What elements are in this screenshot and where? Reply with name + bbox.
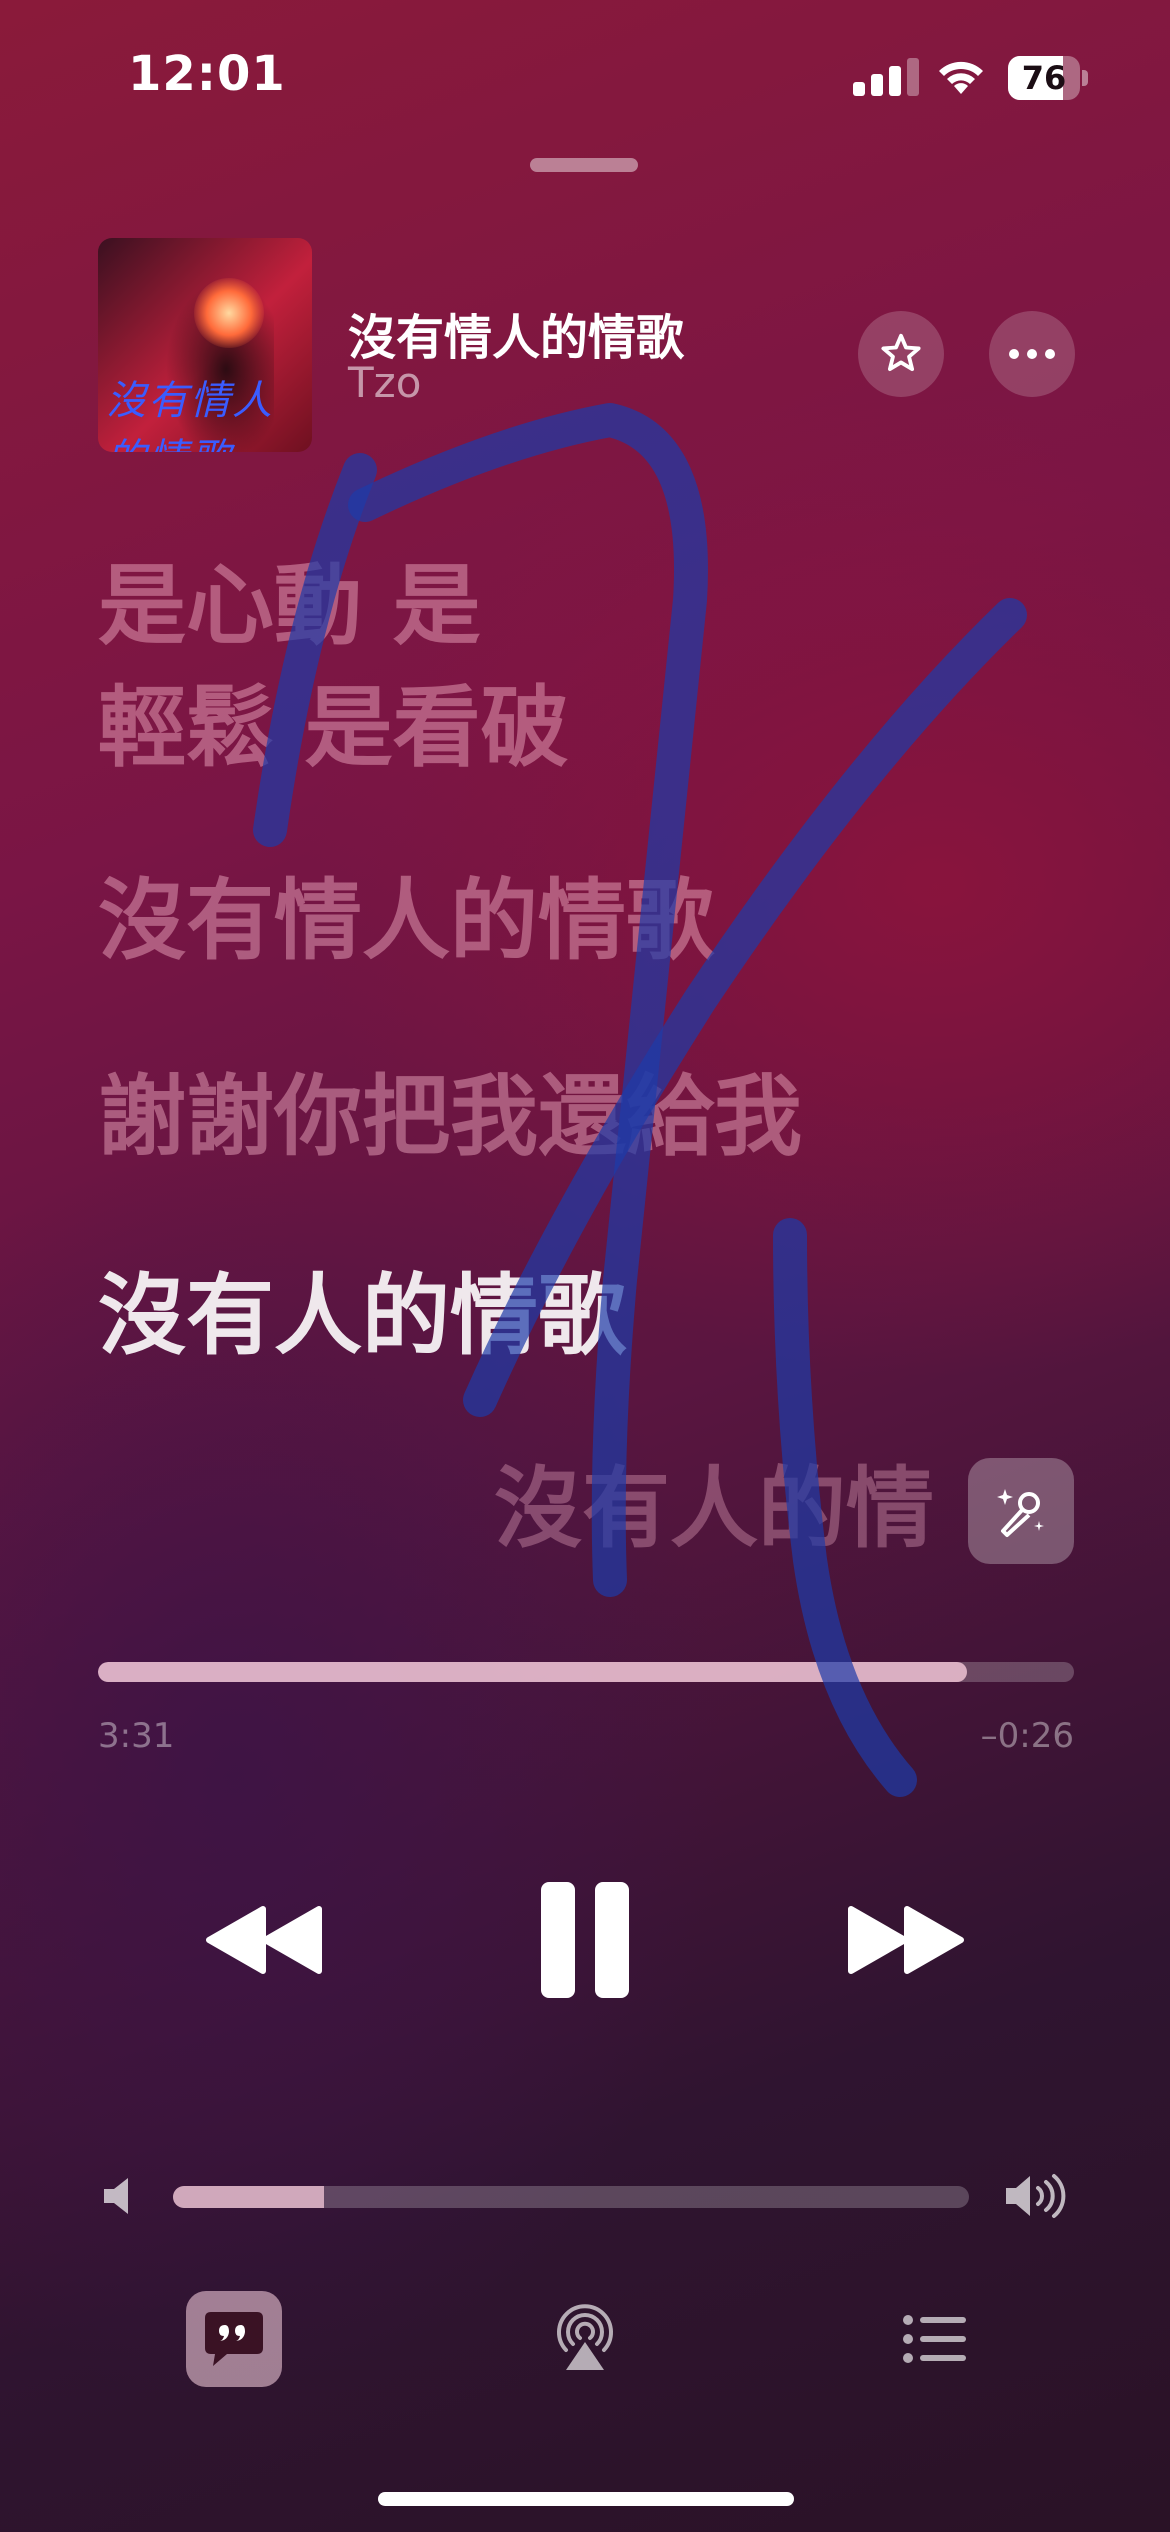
- artist-name[interactable]: Tzo: [348, 358, 421, 407]
- airplay-icon: [557, 2304, 613, 2370]
- next-track-button[interactable]: [840, 1890, 970, 1990]
- favorite-button[interactable]: [858, 311, 944, 397]
- star-icon: [881, 333, 921, 372]
- wifi-icon: [935, 56, 987, 96]
- elapsed-time: 3:31: [98, 1716, 175, 1756]
- speaker-high-icon: [1004, 2166, 1074, 2226]
- lyric-line[interactable]: 謝謝你把我還給我: [98, 1056, 802, 1178]
- sing-mode-button[interactable]: [968, 1458, 1074, 1564]
- lyric-line[interactable]: 是心動 是: [98, 545, 481, 667]
- lyric-line[interactable]: 沒有情人的情歌: [98, 860, 714, 982]
- status-time: 12:01: [128, 46, 286, 102]
- ellipsis-icon: [1009, 349, 1055, 359]
- queue-button[interactable]: [902, 2312, 968, 2366]
- list-icon: [903, 2315, 966, 2363]
- volume-slider[interactable]: [173, 2186, 969, 2208]
- album-artwork[interactable]: 沒有情人的情歌: [98, 238, 312, 452]
- forward-icon: [848, 1906, 964, 1974]
- previous-track-button[interactable]: [200, 1890, 330, 1990]
- remaining-time: –0:26: [980, 1716, 1074, 1756]
- lyrics-button[interactable]: [186, 2291, 282, 2387]
- more-options-button[interactable]: [989, 311, 1075, 397]
- lyric-line-current[interactable]: 沒有人的情歌: [98, 1255, 626, 1377]
- pause-icon: [541, 1882, 629, 1998]
- battery-percentage: 76: [1021, 59, 1067, 97]
- backward-icon: [206, 1906, 322, 1974]
- cellular-signal-icon: [853, 58, 919, 96]
- lyric-line[interactable]: 沒有人的情: [494, 1448, 934, 1570]
- microphone-sparkle-icon: [997, 1489, 1044, 1537]
- speaker-low-icon: [100, 2174, 140, 2218]
- home-indicator[interactable]: [378, 2492, 794, 2506]
- lyric-line[interactable]: 輕鬆 是看破: [98, 667, 569, 789]
- lyrics-bubble-icon: [205, 2312, 263, 2366]
- pause-button[interactable]: [530, 1878, 640, 2002]
- airplay-button[interactable]: [552, 2300, 618, 2372]
- battery-indicator: 76: [1008, 56, 1088, 100]
- sheet-grabber[interactable]: [530, 158, 638, 172]
- playback-progress-bar[interactable]: [98, 1662, 1074, 1682]
- artwork-title-script: 沒有情人的情歌: [106, 378, 274, 452]
